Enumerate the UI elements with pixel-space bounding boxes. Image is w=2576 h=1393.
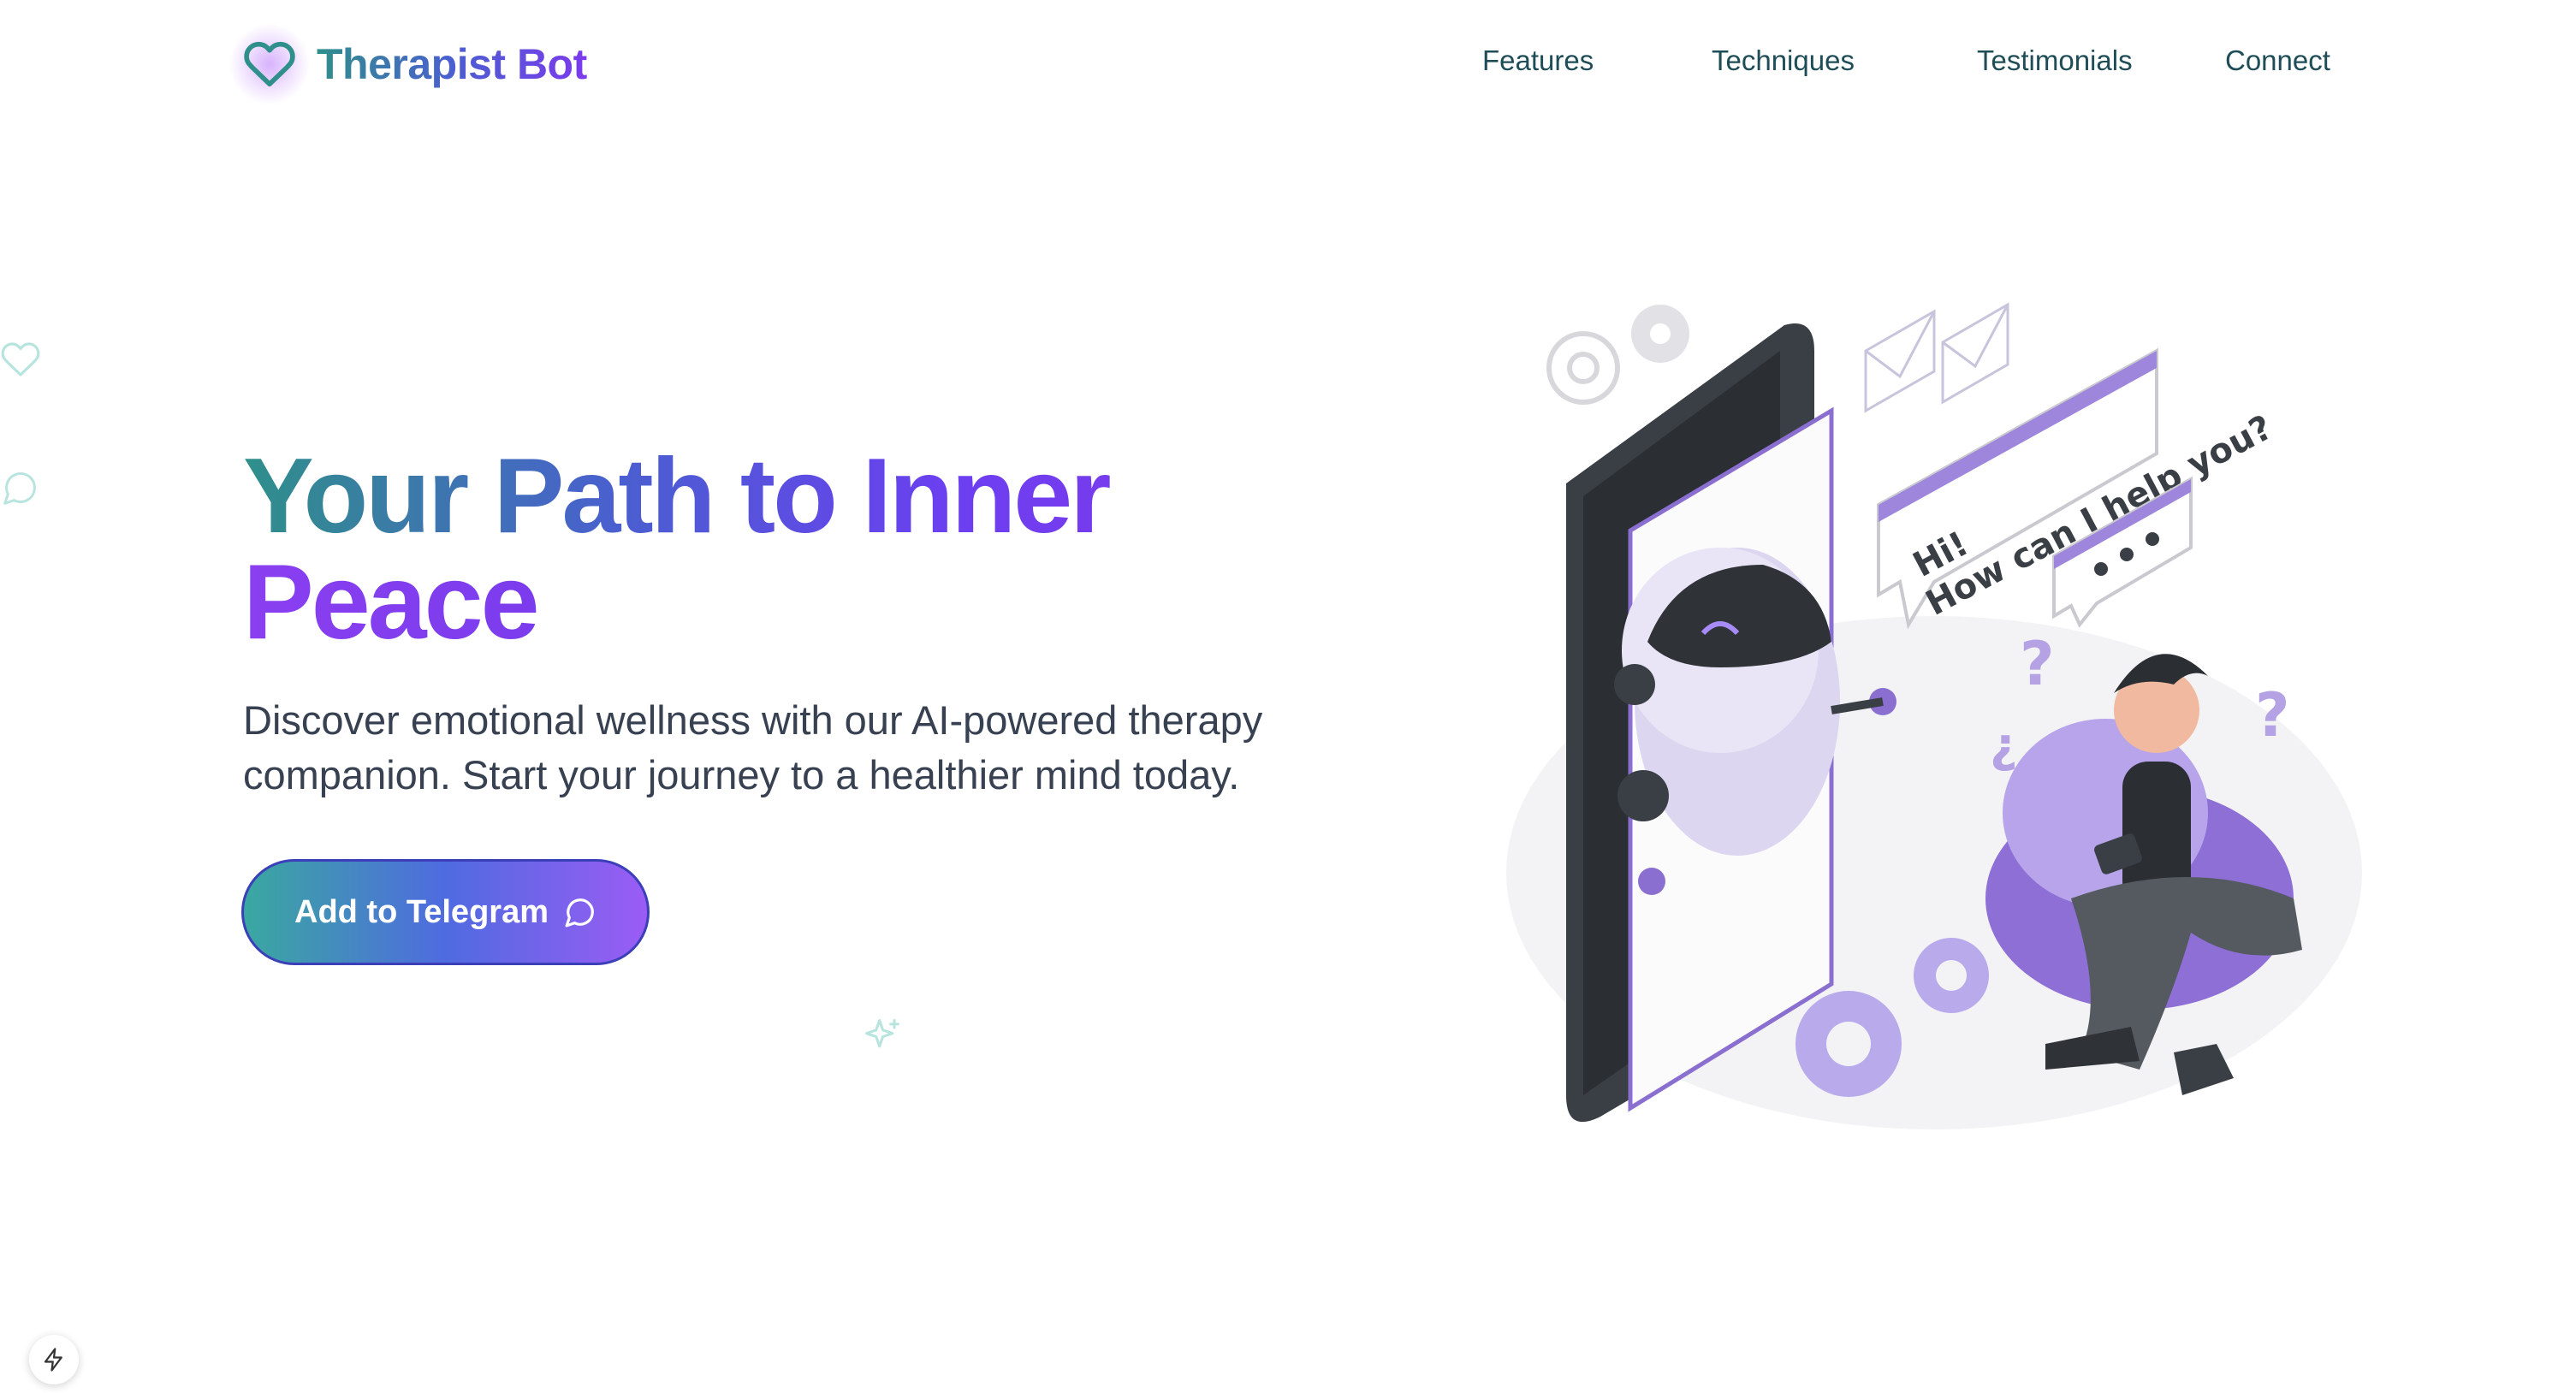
brand-name: Therapist Bot <box>317 40 587 88</box>
sparkle-icon <box>861 1015 905 1059</box>
add-to-telegram-button[interactable]: Add to Telegram <box>241 859 650 965</box>
nav-link-techniques[interactable]: Techniques <box>1712 44 1855 77</box>
hero-title-line1: Your Path to Inner <box>243 443 1184 549</box>
nav-link-testimonials[interactable]: Testimonials <box>1977 44 2133 77</box>
bolt-icon <box>44 1348 62 1372</box>
heart-icon <box>229 23 311 105</box>
svg-text:?: ? <box>2255 680 2290 750</box>
top-nav: Therapist Bot Features Techniques Testim… <box>0 0 2576 128</box>
nav-link-connect[interactable]: Connect <box>2225 44 2330 77</box>
hero-title-line2: Peace <box>243 549 1184 655</box>
brand-logo[interactable]: Therapist Bot <box>229 23 587 105</box>
chat-icon <box>565 898 594 928</box>
cta-label: Add to Telegram <box>294 893 549 930</box>
dev-badge-button[interactable] <box>29 1335 79 1384</box>
heart-icon <box>0 339 41 380</box>
svg-text:¿: ¿ <box>1990 718 2017 774</box>
nav-link-features[interactable]: Features <box>1482 44 1594 77</box>
chat-icon <box>2 469 39 507</box>
svg-text:?: ? <box>2020 629 2055 699</box>
hero-title: Your Path to Inner Peace <box>243 443 1184 655</box>
hero-subtitle: Discover emotional wellness with our AI-… <box>243 697 1263 797</box>
hero-illustration: Hi! How can I help you? ? ¿ ? <box>1489 282 2371 1155</box>
